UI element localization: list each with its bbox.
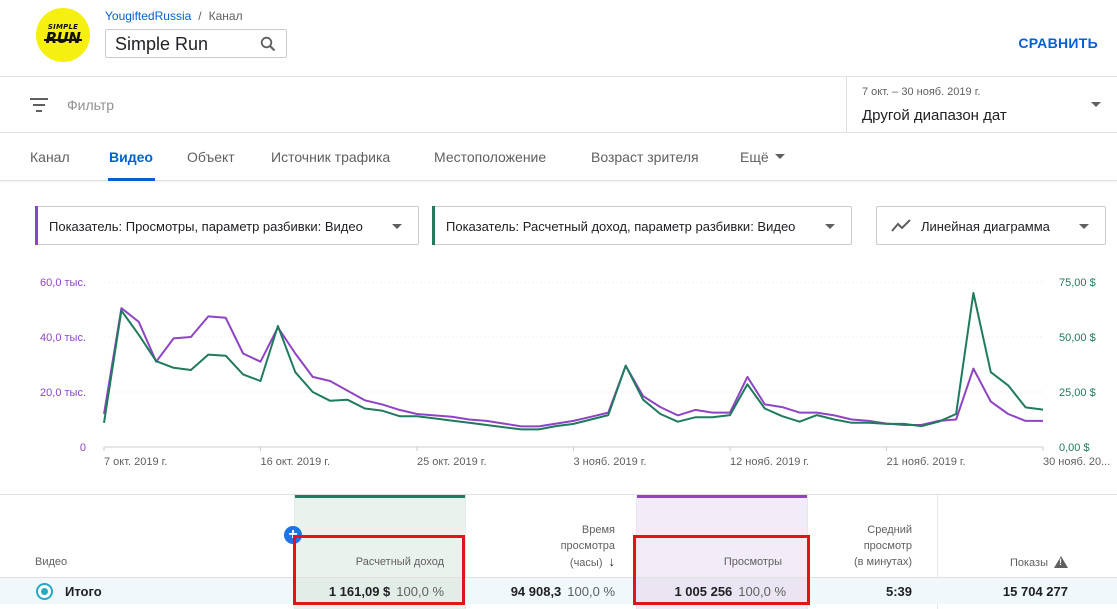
column-header-impressions-label: Показы	[1009, 557, 1048, 569]
data-table: Видео Расчетный доход Время просмотра (ч…	[0, 494, 1117, 609]
x-axis-tick-label: 30 нояб. 20...	[1043, 456, 1110, 468]
x-axis-tick-label: 7 окт. 2019 г.	[104, 456, 167, 468]
filter-bar: Фильтр 7 окт. – 30 нояб. 2019 г. Другой …	[0, 77, 1117, 133]
compare-button[interactable]: СРАВНИТЬ	[1018, 35, 1098, 51]
watch-time-total-cell: 94 908,3 100,0 %	[511, 584, 615, 599]
sort-arrow-icon: ↓	[608, 554, 616, 569]
column-header-impressions[interactable]: Показы	[1010, 554, 1068, 571]
column-header-watch-time[interactable]: Время просмотра (часы) ↓	[561, 522, 615, 571]
chart-type-selector[interactable]: Линейная диаграмма	[876, 206, 1106, 245]
filter-icon[interactable]	[30, 98, 48, 112]
watch-time-total-pct: 100,0 %	[567, 584, 615, 599]
x-axis-tick-label: 3 нояб. 2019 г.	[574, 456, 647, 468]
y-axis-tick-right: 0,00 $	[1059, 442, 1090, 454]
breadcrumb-separator: /	[198, 9, 202, 23]
column-header-watch-time-line2: просмотра	[560, 540, 615, 552]
date-range-selector[interactable]: 7 окт. – 30 нояб. 2019 г. Другой диапазо…	[846, 77, 1117, 133]
date-range-label: Другой диапазон дат	[862, 107, 1007, 124]
x-axis-tick-label: 25 окт. 2019 г.	[417, 456, 487, 468]
avg-view-total-value: 5:39	[885, 584, 912, 599]
logo-text-bottom: RUN	[43, 29, 83, 47]
views-column-bar	[636, 495, 807, 498]
line-chart-icon	[891, 219, 911, 232]
tab-object[interactable]: Объект	[187, 149, 235, 165]
x-axis-tick-label: 16 окт. 2019 г.	[261, 456, 331, 468]
chevron-down-icon	[1091, 102, 1101, 107]
report-tabs: Канал Видео Объект Источник трафика Мест…	[0, 133, 1117, 181]
tab-viewer-age[interactable]: Возраст зрителя	[591, 149, 699, 165]
chevron-down-icon	[825, 224, 835, 229]
revenue-color-bar	[432, 206, 435, 245]
breadcrumb: YougiftedRussia / Канал	[105, 9, 243, 23]
column-header-video[interactable]: Видео	[35, 554, 67, 570]
y-axis-tick-right: 25,00 $	[1059, 387, 1096, 399]
column-header-avg-view[interactable]: Средний просмотр (в минутах)	[854, 522, 912, 570]
total-radio-button[interactable]	[36, 583, 53, 600]
filter-input[interactable]: Фильтр	[67, 97, 114, 113]
metric-selector-revenue[interactable]: Показатель: Расчетный доход, параметр ра…	[432, 206, 852, 245]
tab-traffic-source[interactable]: Источник трафика	[271, 149, 390, 165]
tab-more-label: Ещё	[740, 149, 769, 165]
channel-search-box[interactable]: Simple Run	[105, 29, 287, 58]
views-color-bar	[35, 206, 38, 245]
y-axis-tick-left: 40,0 тыс.	[40, 332, 86, 344]
watch-time-total-value: 94 908,3	[510, 584, 562, 599]
x-axis-tick-label: 12 нояб. 2019 г.	[730, 456, 809, 468]
breadcrumb-page: Канал	[208, 9, 243, 23]
chevron-down-icon	[1079, 224, 1089, 229]
chevron-down-icon	[392, 224, 402, 229]
total-label: Итого	[65, 584, 102, 599]
channel-logo[interactable]: SIMPLE RUN	[36, 8, 90, 62]
series-line-views	[103, 307, 1043, 428]
breadcrumb-channel-link[interactable]: YougiftedRussia	[105, 9, 191, 23]
column-header-avg-line3: (в минутах)	[853, 556, 912, 568]
header: SIMPLE RUN YougiftedRussia / Канал Simple …	[0, 0, 1117, 77]
y-axis-tick-right: 50,00 $	[1059, 332, 1096, 344]
column-header-avg-line2: просмотр	[863, 540, 912, 552]
y-axis-tick-left: 60,0 тыс.	[40, 277, 86, 289]
highlight-box-views	[633, 535, 810, 605]
y-axis-tick-left: 20,0 тыс.	[40, 387, 86, 399]
y-axis-tick-left: 0	[80, 442, 86, 454]
channel-name: Simple Run	[115, 34, 209, 54]
active-tab-indicator	[108, 178, 155, 181]
column-header-watch-time-line1: Время	[581, 524, 615, 536]
chevron-down-icon	[774, 153, 785, 159]
revenue-column-bar	[294, 495, 465, 498]
search-icon[interactable]	[260, 36, 276, 52]
series-line-revenue	[103, 292, 1044, 431]
tab-location[interactable]: Местоположение	[434, 149, 546, 165]
date-range-dates: 7 окт. – 30 нояб. 2019 г.	[862, 86, 981, 98]
warning-icon[interactable]	[1054, 556, 1068, 568]
metric-selector-views-label: Показатель: Просмотры, параметр разбивки…	[49, 219, 363, 234]
impressions-total-value: 15 704 277	[1002, 584, 1068, 599]
chart-type-label: Линейная диаграмма	[921, 219, 1050, 234]
column-header-watch-time-line3: (часы) ↓	[561, 554, 615, 571]
y-axis-tick-right: 75,00 $	[1059, 277, 1096, 289]
metric-selector-views[interactable]: Показатель: Просмотры, параметр разбивки…	[35, 206, 419, 245]
line-chart: 60,0 тыс. 40,0 тыс. 20,0 тыс. 0 75,00 $ 50,00…	[40, 277, 1110, 468]
column-header-watch-time-line3-text: (часы)	[569, 557, 603, 569]
tab-channel[interactable]: Канал	[30, 149, 70, 165]
highlight-box-revenue	[293, 535, 465, 605]
metric-selector-revenue-label: Показатель: Расчетный доход, параметр ра…	[446, 219, 796, 234]
column-header-avg-line1: Средний	[867, 524, 912, 536]
x-axis-tick-label: 21 нояб. 2019 г.	[887, 456, 966, 468]
tab-more[interactable]: Ещё	[740, 149, 785, 165]
tab-video[interactable]: Видео	[109, 149, 153, 165]
